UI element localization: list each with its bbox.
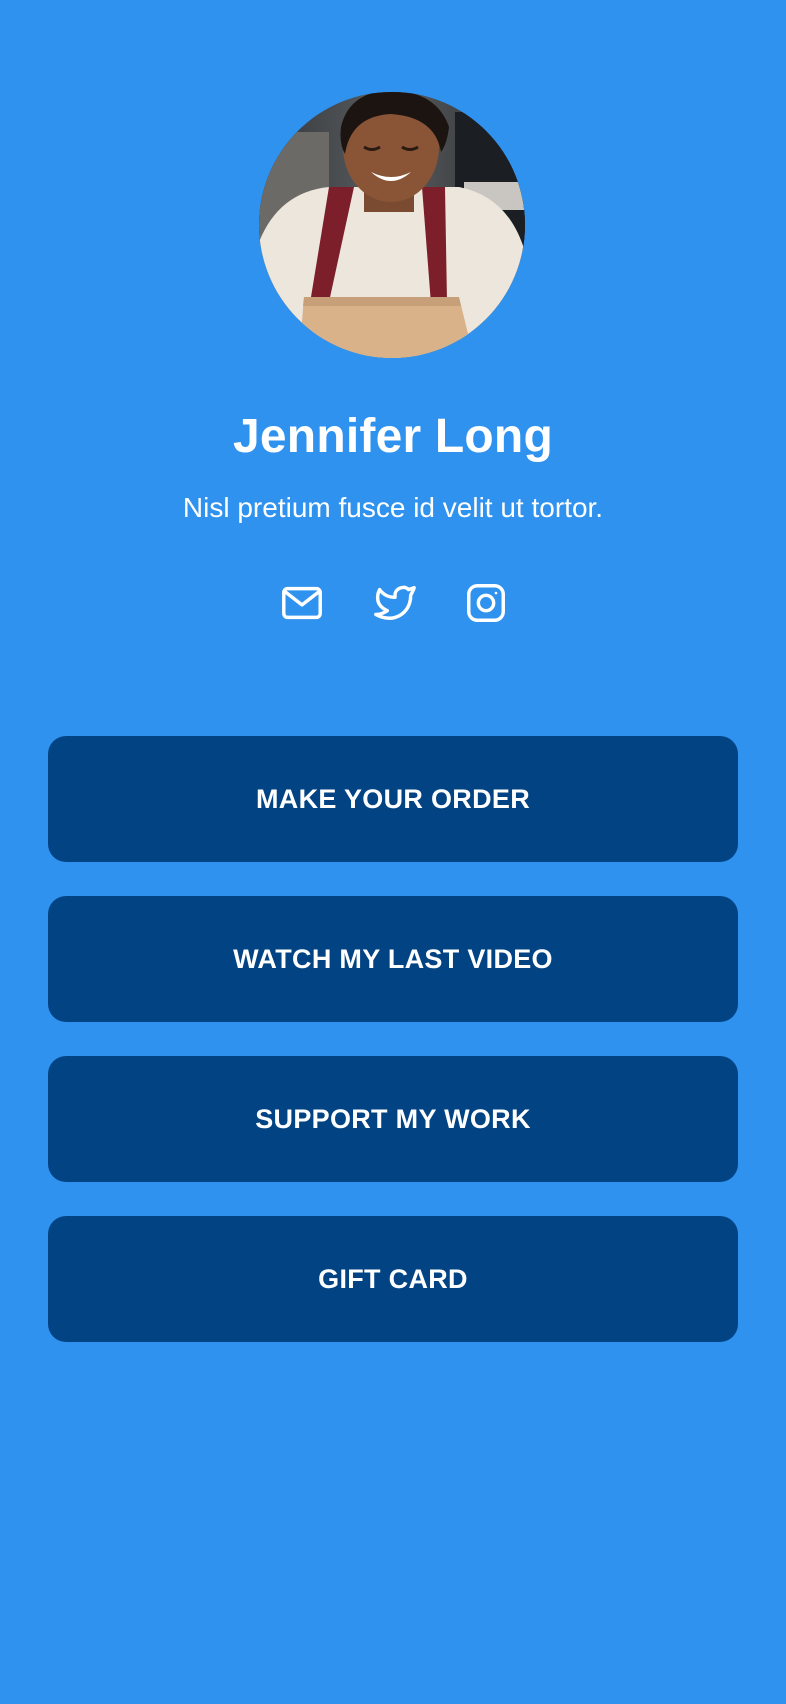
support-my-work-button[interactable]: SUPPORT MY WORK bbox=[48, 1056, 738, 1182]
link-label: SUPPORT MY WORK bbox=[255, 1103, 531, 1134]
link-label: WATCH MY LAST VIDEO bbox=[233, 943, 553, 974]
watch-my-last-video-button[interactable]: WATCH MY LAST VIDEO bbox=[48, 896, 738, 1022]
instagram-icon[interactable] bbox=[461, 578, 511, 628]
avatar-photo bbox=[259, 92, 525, 358]
profile-name: Jennifer Long bbox=[233, 410, 553, 463]
twitter-icon[interactable] bbox=[370, 578, 420, 628]
link-label: GIFT CARD bbox=[318, 1263, 468, 1294]
link-in-bio-page: Jennifer Long Nisl pretium fusce id veli… bbox=[0, 0, 786, 1704]
make-your-order-button[interactable]: MAKE YOUR ORDER bbox=[48, 736, 738, 862]
social-links bbox=[0, 578, 786, 628]
link-label: MAKE YOUR ORDER bbox=[255, 783, 531, 814]
profile-bio: Nisl pretium fusce id velit ut tortor. bbox=[182, 492, 604, 523]
gift-card-button[interactable]: GIFT CARD bbox=[48, 1216, 738, 1342]
avatar bbox=[259, 92, 525, 358]
mail-icon[interactable] bbox=[277, 578, 327, 628]
link-list: MAKE YOUR ORDER WATCH MY LAST VIDEO SUPP… bbox=[48, 736, 738, 1376]
